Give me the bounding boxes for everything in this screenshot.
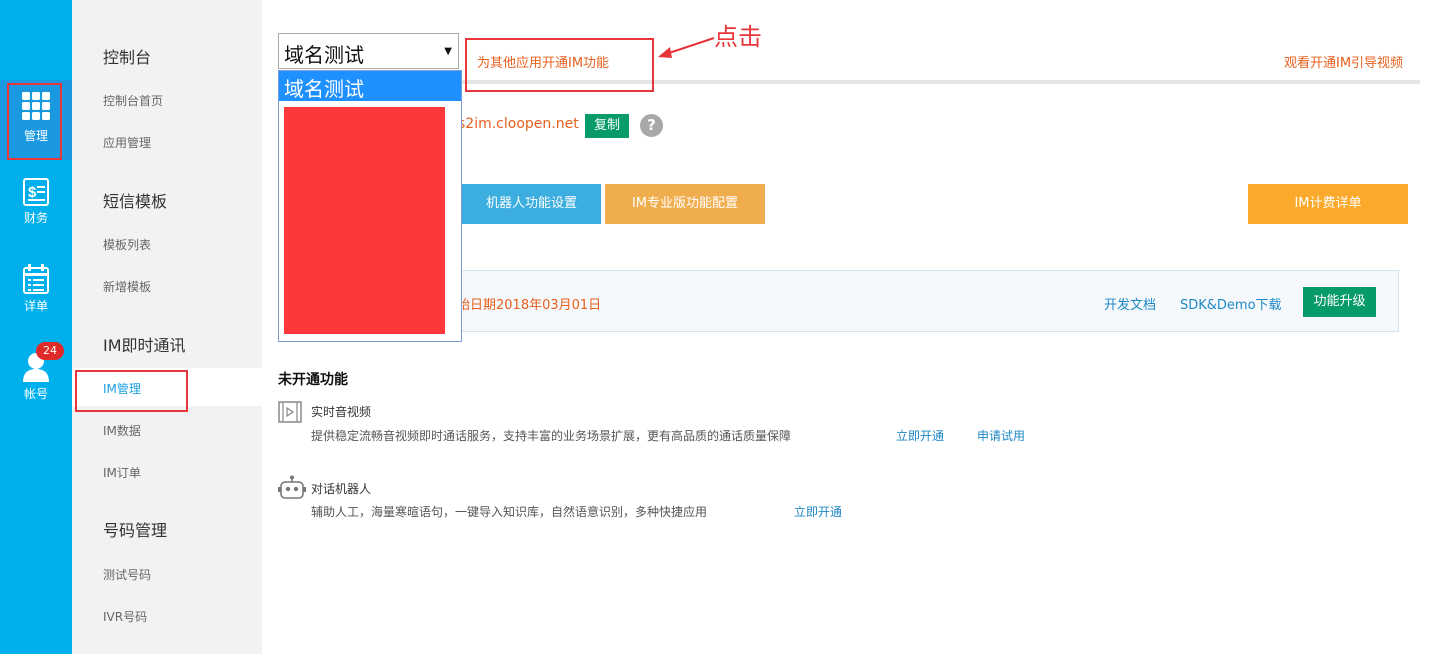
domain-text: s2im.cloopen.net <box>458 116 579 132</box>
annotation-arrow-icon <box>658 37 715 58</box>
rail-item-finance[interactable]: $ 财务 <box>0 178 72 228</box>
feature-title-bot: 对话机器人 <box>311 482 372 496</box>
sidebar-item-im-orders[interactable]: IM订单 <box>103 464 141 481</box>
rtc-enable-link[interactable]: 立即开通 <box>896 427 944 444</box>
calendar-list-icon <box>23 264 49 294</box>
im-pro-config-button[interactable]: IM专业版功能配置 <box>605 184 765 224</box>
annotation-box-manage <box>7 83 62 160</box>
sidebar: 控制台 控制台首页 应用管理 短信模板 模板列表 新增模板 IM即时通讯 IM管… <box>72 0 262 654</box>
upgrade-button[interactable]: 功能升级 <box>1303 287 1376 317</box>
sidebar-item-template-list[interactable]: 模板列表 <box>103 236 151 253</box>
domain-select-value: 域名测试 <box>284 43 364 67</box>
sidebar-section-numbers: 号码管理 <box>103 521 168 540</box>
sidebar-item-new-template[interactable]: 新增模板 <box>103 278 151 295</box>
annotation-box-im-manage <box>75 370 188 412</box>
bot-enable-link[interactable]: 立即开通 <box>794 503 842 520</box>
enable-im-link[interactable]: 为其他应用开通IM功能 <box>477 52 609 71</box>
start-date-text: 始日期2018年03月01日 <box>457 298 602 313</box>
help-icon[interactable]: ? <box>640 114 663 137</box>
sidebar-item-ivr-numbers[interactable]: IVR号码 <box>103 608 147 625</box>
rail-label-details: 详单 <box>23 299 48 313</box>
sdk-download-link[interactable]: SDK&Demo下载 <box>1180 294 1282 313</box>
finance-icon: $ <box>23 178 49 206</box>
sidebar-section-im: IM即时通讯 <box>103 336 186 355</box>
rail-item-details[interactable]: 详单 <box>0 264 72 316</box>
robot-icon <box>278 475 306 499</box>
rail-label-account: 帐号 <box>23 387 48 401</box>
dev-docs-link[interactable]: 开发文档 <box>1104 294 1156 313</box>
click-annotation: 点击 <box>714 23 762 51</box>
video-player-icon <box>278 401 302 423</box>
sidebar-item-console-home[interactable]: 控制台首页 <box>103 92 163 109</box>
features-heading: 未开通功能 <box>278 372 348 388</box>
dropdown-arrow-icon: ▼ <box>444 46 452 57</box>
sidebar-section-sms-template: 短信模板 <box>103 192 168 211</box>
sidebar-item-app-manage[interactable]: 应用管理 <box>103 134 151 151</box>
robot-settings-button[interactable]: 机器人功能设置 <box>462 184 601 224</box>
im-billing-button[interactable]: IM计费详单 <box>1248 184 1408 224</box>
feature-desc-bot: 辅助人工，海量寒暄语句，一键导入知识库，自然语意识别，多种快捷应用 <box>311 505 708 519</box>
rtc-trial-link[interactable]: 申请试用 <box>977 427 1025 444</box>
feature-title-rtc: 实时音视频 <box>311 405 372 419</box>
copy-button[interactable]: 复制 <box>585 114 629 138</box>
notification-badge: 24 <box>36 342 64 360</box>
svg-text:$: $ <box>28 184 37 201</box>
feature-desc-rtc: 提供稳定流畅音视频即时通话服务，支持丰富的业务场景扩展，更有高品质的通话质量保障 <box>311 429 792 443</box>
redaction-block <box>284 107 445 334</box>
dropdown-option-selected[interactable]: 域名测试 <box>279 71 461 101</box>
rail-item-account[interactable]: 24 帐号 <box>0 342 72 404</box>
sidebar-item-test-numbers[interactable]: 测试号码 <box>103 566 151 583</box>
domain-select[interactable]: 域名测试 ▼ <box>278 33 459 69</box>
sidebar-section-console: 控制台 <box>103 48 152 67</box>
guide-video-link[interactable]: 观看开通IM引导视频 <box>1284 52 1403 71</box>
rail-label-finance: 财务 <box>23 211 48 225</box>
sidebar-item-im-data[interactable]: IM数据 <box>103 422 141 439</box>
